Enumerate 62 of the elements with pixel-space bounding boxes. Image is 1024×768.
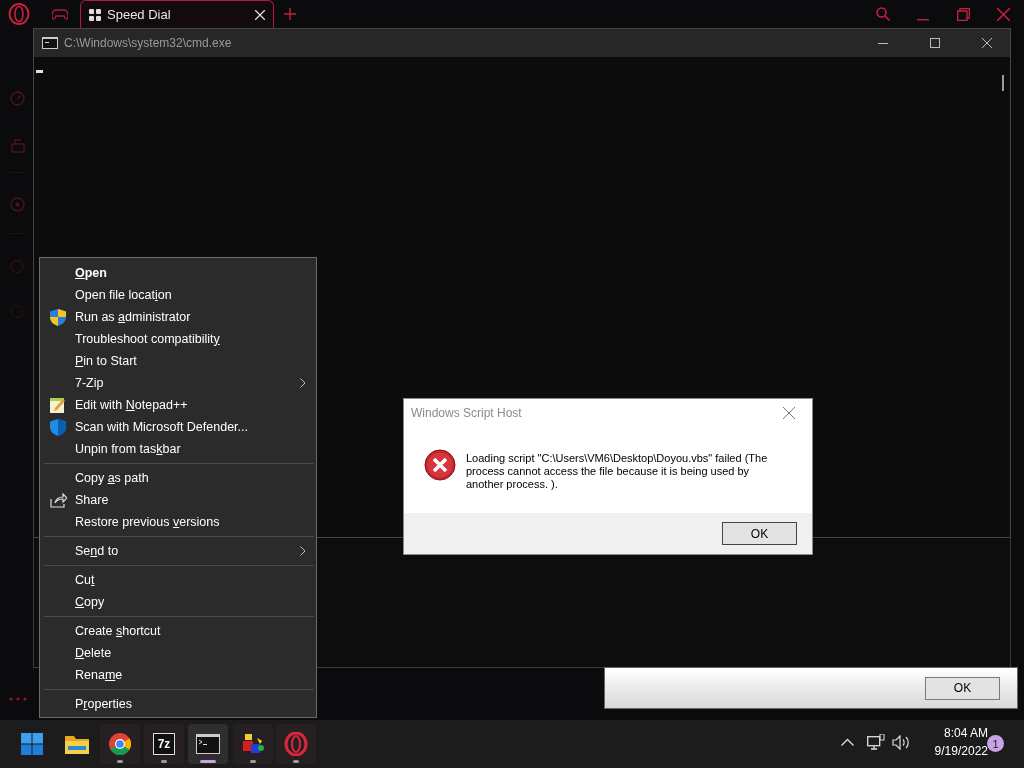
menu-item[interactable]: Properties [75,697,132,711]
menu-item[interactable]: Scan with Microsoft Defender... [75,420,248,434]
network-icon[interactable] [867,734,885,750]
menu-item[interactable]: Open [75,266,107,280]
close-icon [783,407,795,419]
menu-item[interactable]: Delete [75,646,112,660]
error-icon [424,449,456,481]
browser-tab[interactable]: Speed Dial [80,0,274,28]
defender-shield-icon [50,419,66,436]
text-cursor [36,70,43,73]
menu-item[interactable]: Share [75,493,109,507]
menu-item[interactable]: Run as administrator [75,310,191,324]
dialog-title: Windows Script Host [411,406,523,420]
ok-button[interactable]: OK [925,676,1000,700]
notification-badge[interactable]: 1 [987,735,1004,752]
more-icon[interactable] [9,697,27,701]
menu-item[interactable]: Copy [75,595,105,609]
maximize-icon [930,38,940,48]
menu-item[interactable]: 7-Zip [75,376,104,390]
menu-item[interactable]: Cut [75,573,95,587]
taskbar-app[interactable] [233,724,273,764]
menu-item[interactable]: Create shortcut [75,624,161,638]
chevron-up-icon[interactable] [841,738,854,746]
cubes-icon [241,732,265,756]
grid-icon [89,8,101,21]
minimize-icon[interactable] [917,19,929,21]
terminal-icon [196,734,220,754]
menu-item[interactable]: Edit with Notepad++ [75,398,188,412]
restore-icon[interactable] [957,8,970,21]
opera-logo-icon[interactable] [8,3,30,25]
terminal-icon [42,37,58,49]
menu-item[interactable]: Copy as path [75,471,149,485]
windows-logo-icon [21,733,43,755]
menu-item[interactable]: Unpin from taskbar [75,442,181,456]
menu-item[interactable]: Open file location [75,288,172,302]
7zip-logo: 7z [153,733,175,755]
taskbar-app[interactable] [188,724,228,764]
menu-item[interactable]: Send to [75,544,119,558]
menu-item[interactable]: Rename [75,668,123,682]
menu-item[interactable]: Pin to Start [75,354,137,368]
error-message: Loading script "C:\Users\VM6\Desktop\Doyou.vbs" failed (The process cannot access the file because it is being used by another process. ). [466,451,769,491]
window-title: C:\Windows\system32\cmd.exe [64,36,233,50]
share-icon [50,492,67,508]
taskbar-app[interactable]: 7z [144,724,184,764]
clock-time[interactable]: 8:04 AM [943,726,988,740]
opera-icon [284,732,308,756]
chrome-icon [109,733,131,755]
clock-date[interactable]: 9/19/2022 [934,744,988,758]
gamepad-icon[interactable] [52,9,68,20]
minimize-icon [878,42,888,44]
search-icon[interactable] [876,7,890,21]
volume-icon[interactable] [892,735,910,750]
taskbar-app[interactable] [100,724,140,764]
scrollbar-thumb[interactable] [1002,75,1004,91]
new-tab-icon[interactable] [284,8,296,20]
shield-icon [50,309,66,326]
folder-icon [65,734,89,754]
notepad-icon [50,397,66,413]
menu-item[interactable]: Troubleshoot compatibility [75,332,220,346]
ok-button[interactable]: OK [722,522,797,545]
close-icon [982,38,992,48]
menu-item[interactable]: Restore previous versions [75,515,220,529]
